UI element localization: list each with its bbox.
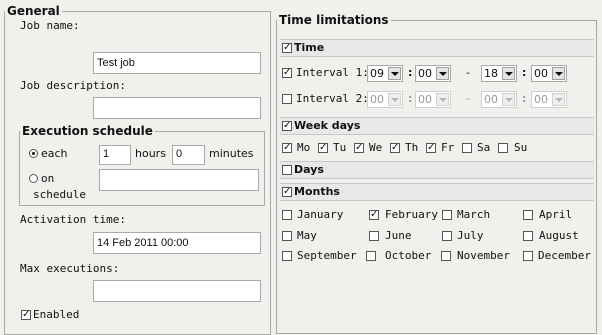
month-march-label: March	[457, 208, 491, 221]
weekday-su-checkbox[interactable]	[498, 143, 508, 153]
month-february-checkbox[interactable]: ✓	[369, 210, 379, 220]
days-checkbox[interactable]	[282, 165, 292, 175]
interval-1-end-hour[interactable]: 18	[481, 65, 517, 82]
range-dash: -	[466, 92, 470, 105]
interval-2-start-hour[interactable]: 00	[367, 91, 403, 108]
job-name-field[interactable]: Test job	[93, 52, 261, 74]
on-schedule-label: on	[41, 172, 55, 185]
month-november-checkbox[interactable]	[441, 251, 451, 261]
interval-2-label: Interval 2:	[296, 92, 369, 105]
week-days-section-header: ✓ Week days	[280, 117, 594, 135]
minutes-field[interactable]: 0	[172, 145, 205, 165]
month-february-label: February	[385, 208, 438, 221]
colon-separator: :	[522, 92, 527, 105]
month-january-label: January	[297, 208, 344, 221]
weekday-sa-label: Sa	[477, 141, 491, 154]
chevron-down-icon[interactable]	[502, 67, 515, 80]
month-september-checkbox[interactable]	[282, 251, 292, 261]
month-january-checkbox[interactable]	[282, 210, 292, 220]
weekday-tu-checkbox[interactable]: ✓	[318, 143, 328, 153]
interval-1-end-minute[interactable]: 00	[531, 65, 567, 82]
months-section-label: Months	[294, 185, 340, 198]
general-legend: General	[7, 4, 60, 18]
activation-time-label: Activation time:	[20, 213, 126, 226]
hours-label: hours	[135, 147, 166, 160]
chevron-down-icon[interactable]	[388, 93, 401, 106]
weekday-fr-label: Fr	[441, 141, 455, 154]
minutes-label: minutes	[209, 147, 254, 160]
month-september-label: September	[297, 249, 357, 262]
enabled-label: Enabled	[33, 308, 80, 321]
interval-1-checkbox[interactable]: ✓	[282, 68, 292, 78]
colon-separator: :	[408, 92, 413, 105]
job-name-label: Job name:	[20, 19, 80, 32]
chevron-down-icon[interactable]	[436, 67, 449, 80]
month-may-checkbox[interactable]	[282, 231, 292, 241]
max-executions-label: Max executions:	[20, 262, 120, 275]
max-executions-field[interactable]	[93, 280, 261, 302]
execution-schedule-legend: Execution schedule	[22, 124, 153, 138]
chevron-down-icon[interactable]	[388, 67, 401, 80]
weekday-th-checkbox[interactable]: ✓	[390, 143, 400, 153]
colon-separator: :	[522, 66, 527, 79]
interval-1-label: Interval 1:	[296, 66, 369, 79]
chevron-down-icon[interactable]	[552, 93, 565, 106]
month-march-checkbox[interactable]	[442, 210, 452, 220]
chevron-down-icon[interactable]	[552, 67, 565, 80]
weekday-mo-checkbox[interactable]: ✓	[282, 143, 292, 153]
chevron-down-icon[interactable]	[502, 93, 515, 106]
weekday-mo-label: Mo	[297, 141, 311, 154]
schedule-field[interactable]	[99, 169, 259, 191]
days-section-label: Days	[294, 163, 324, 176]
month-august-checkbox[interactable]	[523, 231, 533, 241]
month-may-label: May	[297, 229, 317, 242]
time-checkbox[interactable]: ✓	[282, 43, 292, 53]
month-april-label: April	[539, 208, 573, 221]
month-june-checkbox[interactable]	[369, 231, 379, 241]
weekday-sa-checkbox[interactable]	[462, 143, 472, 153]
weekday-th-label: Th	[405, 141, 419, 154]
weekday-fr-checkbox[interactable]: ✓	[426, 143, 436, 153]
each-label: each	[41, 147, 68, 160]
month-december-label: December	[538, 249, 591, 262]
interval-2-checkbox[interactable]	[282, 94, 292, 104]
month-october-checkbox[interactable]	[366, 251, 376, 261]
colon-separator: :	[408, 66, 413, 79]
month-august-label: August	[539, 229, 579, 242]
each-radio[interactable]	[29, 149, 38, 158]
time-limitations-legend: Time limitations	[279, 13, 389, 27]
days-section-header: Days	[280, 161, 594, 179]
month-november-label: November	[457, 249, 510, 262]
month-july-label: July	[457, 229, 484, 242]
job-description-label: Job description:	[20, 79, 126, 92]
time-section-header: ✓ Time	[280, 39, 594, 57]
week-days-section-label: Week days	[294, 119, 361, 132]
time-section-label: Time	[294, 41, 325, 54]
months-checkbox[interactable]: ✓	[282, 187, 292, 197]
interval-2-start-minute[interactable]: 00	[415, 91, 451, 108]
interval-2-end-hour[interactable]: 00	[481, 91, 517, 108]
job-description-field[interactable]	[93, 97, 261, 119]
range-dash: -	[466, 66, 470, 79]
chevron-down-icon[interactable]	[436, 93, 449, 106]
month-july-checkbox[interactable]	[442, 231, 452, 241]
interval-2-end-minute[interactable]: 00	[531, 91, 567, 108]
on-schedule-label-2: schedule	[33, 188, 86, 201]
month-june-label: June	[385, 229, 412, 242]
weekday-tu-label: Tu	[333, 141, 347, 154]
weekday-we-checkbox[interactable]: ✓	[354, 143, 364, 153]
months-section-header: ✓ Months	[280, 183, 594, 201]
interval-1-start-hour[interactable]: 09	[367, 65, 403, 82]
interval-1-start-minute[interactable]: 00	[415, 65, 451, 82]
enabled-checkbox[interactable]: ✓	[21, 310, 31, 320]
activation-time-field[interactable]: 14 Feb 2011 00:00	[93, 232, 261, 254]
month-december-checkbox[interactable]	[523, 251, 533, 261]
weekday-su-label: Su	[514, 141, 528, 154]
week-days-checkbox[interactable]: ✓	[282, 121, 292, 131]
on-schedule-radio[interactable]	[29, 174, 38, 183]
weekday-we-label: We	[369, 141, 383, 154]
hours-field[interactable]: 1	[99, 145, 131, 165]
month-april-checkbox[interactable]	[523, 210, 533, 220]
month-october-label: October	[385, 249, 432, 262]
